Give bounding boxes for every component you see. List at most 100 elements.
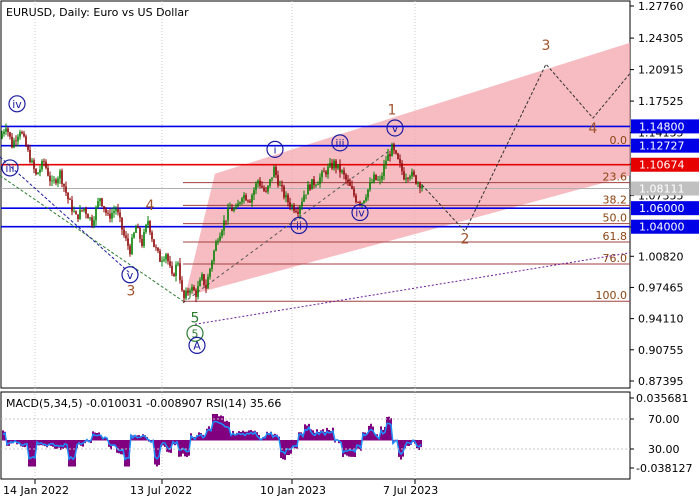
macd-bar (250, 430, 252, 441)
candle-body (107, 212, 109, 214)
candle-body (373, 174, 375, 183)
candle-body (227, 208, 229, 221)
candle-body (259, 180, 261, 187)
candle-body (163, 259, 165, 261)
candle-body (233, 208, 235, 211)
candle-body (49, 175, 51, 182)
wave-label: v (392, 122, 399, 135)
candle-body (27, 146, 29, 150)
candle-body (219, 235, 221, 241)
y-tick-label: 1.17525 (638, 95, 684, 108)
candle-body (283, 186, 285, 198)
candle-body (147, 221, 149, 225)
x-tick-label: 14 Jan 2022 (3, 484, 69, 497)
candle-body (13, 140, 15, 148)
candle-body (11, 136, 13, 148)
fib-label: 23.6 (603, 171, 628, 184)
candle-body (115, 208, 117, 211)
candle-body (169, 261, 171, 266)
candle-body (183, 290, 185, 299)
candle-body (275, 167, 277, 176)
candle-body (193, 287, 195, 291)
candle-body (131, 237, 133, 255)
candle-body (171, 265, 173, 274)
candle-body (207, 276, 209, 289)
candle-body (375, 174, 377, 180)
candle-body (197, 286, 199, 297)
candle-body (279, 184, 281, 186)
macd-bar (216, 414, 218, 441)
candle-body (277, 175, 279, 186)
candle-body (85, 208, 87, 215)
macd-bar (56, 440, 58, 449)
candle-body (229, 207, 231, 209)
macd-bar (98, 432, 100, 441)
candle-body (59, 170, 61, 179)
price-level-box-label: 1.08111 (639, 183, 685, 196)
candle-body (359, 202, 361, 204)
candle-body (95, 207, 97, 221)
candle-body (21, 132, 23, 134)
candle-body (343, 170, 345, 175)
candle-body (271, 177, 273, 180)
candle-body (37, 172, 39, 175)
candle-body (149, 221, 151, 233)
candle-body (123, 229, 125, 236)
candle-body (109, 213, 111, 219)
candle-body (405, 178, 407, 180)
candle-body (387, 154, 389, 161)
candle-body (335, 160, 337, 169)
candle-body (213, 250, 215, 262)
macd-bar (316, 429, 318, 441)
macd-bar (350, 440, 352, 457)
candle-body (267, 185, 269, 192)
candle-body (383, 164, 385, 177)
candle-body (41, 160, 43, 170)
y-tick-label: 0.87395 (638, 375, 684, 388)
wave-label: 4 (146, 198, 155, 214)
candle-body (113, 210, 115, 213)
candle-body (245, 195, 247, 201)
indicator-title: MACD(5,34,5) -0.010031 -0.008907 RSI(14)… (6, 397, 281, 410)
y-tick-label: 1.00820 (638, 250, 684, 263)
macd-bar (328, 429, 330, 441)
candle-body (189, 290, 191, 293)
x-tick-label: 7 Jul 2023 (383, 484, 438, 497)
macd-bar (208, 426, 210, 441)
candle-body (347, 179, 349, 182)
candle-body (159, 250, 161, 262)
candle-body (79, 209, 81, 220)
macd-bar (370, 423, 372, 441)
candle-body (175, 264, 177, 277)
wave-label: iii (335, 137, 344, 150)
macd-bar (222, 416, 224, 441)
candle-body (129, 245, 131, 255)
candle-body (223, 220, 225, 231)
candle-body (339, 164, 341, 173)
wave-label: A (193, 339, 201, 352)
candle-body (363, 200, 365, 204)
candle-body (257, 180, 259, 184)
macd-bar (352, 440, 354, 457)
candle-body (391, 144, 393, 157)
candle-body (81, 209, 83, 211)
candle-body (235, 206, 237, 209)
candle-body (127, 238, 129, 246)
wave-label: ii (296, 220, 302, 233)
candle-body (305, 194, 307, 196)
candle-body (369, 182, 371, 190)
candle-body (139, 228, 141, 239)
candle-body (319, 177, 321, 185)
candle-body (393, 144, 395, 151)
macd-bar (218, 416, 220, 441)
candle-body (353, 188, 355, 196)
macd-bar (294, 440, 296, 449)
candle-body (31, 160, 33, 163)
candle-body (199, 279, 201, 287)
wave-label: 3 (542, 38, 551, 54)
candle-body (389, 154, 391, 157)
candle-body (23, 133, 25, 137)
macd-bar (284, 440, 286, 460)
wave-label: 3 (127, 283, 136, 299)
candle-body (399, 158, 401, 164)
